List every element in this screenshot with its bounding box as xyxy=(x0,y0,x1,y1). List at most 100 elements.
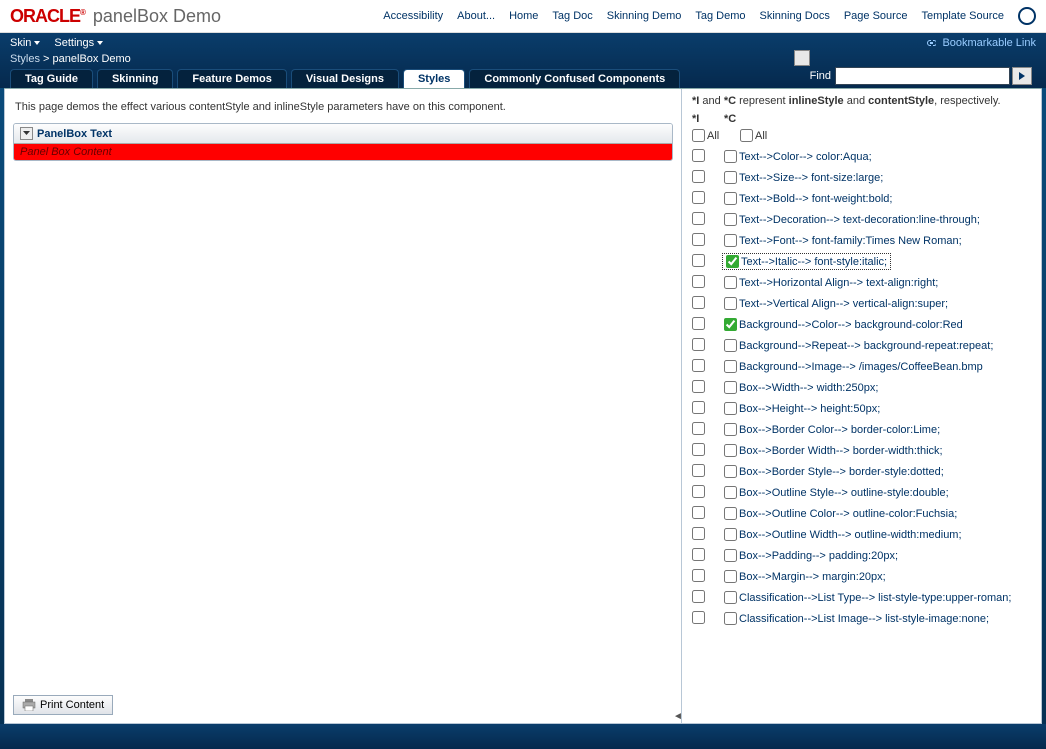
content-checkbox[interactable] xyxy=(724,360,737,373)
style-row: Box-->Width--> width:250px; xyxy=(692,379,1031,396)
style-label: Box-->Outline Width--> outline-width:med… xyxy=(739,529,962,541)
panel-box: PanelBox Text Panel Box Content xyxy=(13,123,673,161)
inline-checkbox[interactable] xyxy=(692,149,705,162)
print-content-button[interactable]: Print Content xyxy=(13,695,113,715)
inline-checkbox[interactable] xyxy=(692,338,705,351)
content-checkbox[interactable] xyxy=(724,570,737,583)
header-link[interactable]: Skinning Docs xyxy=(760,10,830,22)
content-checkbox[interactable] xyxy=(724,381,737,394)
content-checkbox[interactable] xyxy=(724,486,737,499)
tab-feature-demos[interactable]: Feature Demos xyxy=(177,69,286,88)
find-go-button[interactable] xyxy=(1012,67,1032,85)
inline-checkbox[interactable] xyxy=(692,464,705,477)
content-checkbox[interactable] xyxy=(724,213,737,226)
header-link[interactable]: Page Source xyxy=(844,10,908,22)
panel-box-content: Panel Box Content xyxy=(14,144,672,160)
tab-bar: Tag GuideSkinningFeature Demos Visual Des… xyxy=(0,69,1046,88)
inline-checkbox[interactable] xyxy=(692,590,705,603)
header-link[interactable]: About... xyxy=(457,10,495,22)
style-label: Box-->Width--> width:250px; xyxy=(739,382,878,394)
style-label: Classification-->List Type--> list-style… xyxy=(739,592,1011,604)
inline-checkbox[interactable] xyxy=(692,401,705,414)
legend: *I and *C represent inlineStyle and cont… xyxy=(692,95,1031,107)
content-checkbox[interactable] xyxy=(724,591,737,604)
left-pane: This page demos the effect various conte… xyxy=(4,89,682,724)
content-checkbox[interactable] xyxy=(724,297,737,310)
link-icon xyxy=(924,37,936,49)
content-checkbox[interactable] xyxy=(724,339,737,352)
style-label: Text-->Font--> font-family:Times New Rom… xyxy=(739,235,962,247)
inline-checkbox[interactable] xyxy=(692,191,705,204)
tab-tag-guide[interactable]: Tag Guide xyxy=(10,69,93,88)
tab-commonly-confused-components[interactable]: Commonly Confused Components xyxy=(469,69,680,88)
style-row: Box-->Height--> height:50px; xyxy=(692,400,1031,417)
header-link[interactable]: Accessibility xyxy=(383,10,443,22)
header-link[interactable]: Tag Demo xyxy=(695,10,745,22)
content-checkbox[interactable] xyxy=(724,528,737,541)
find-input[interactable] xyxy=(835,67,1010,85)
inline-checkbox[interactable] xyxy=(692,317,705,330)
inline-checkbox[interactable] xyxy=(692,422,705,435)
content-checkbox[interactable] xyxy=(724,612,737,625)
content-checkbox[interactable] xyxy=(724,549,737,562)
content-checkbox[interactable] xyxy=(724,444,737,457)
all-content-checkbox[interactable] xyxy=(740,129,753,142)
tab-styles[interactable]: Styles xyxy=(403,69,465,88)
crumb-root[interactable]: Styles xyxy=(10,53,40,65)
content-checkbox[interactable] xyxy=(726,255,739,268)
inline-checkbox[interactable] xyxy=(692,212,705,225)
crumb-current: panelBox Demo xyxy=(53,53,131,65)
content-checkbox[interactable] xyxy=(724,507,737,520)
inline-checkbox[interactable] xyxy=(692,485,705,498)
content-checkbox[interactable] xyxy=(724,234,737,247)
content-checkbox[interactable] xyxy=(724,423,737,436)
content-checkbox[interactable] xyxy=(724,150,737,163)
inline-checkbox[interactable] xyxy=(692,254,705,267)
inline-checkbox[interactable] xyxy=(692,611,705,624)
inline-checkbox[interactable] xyxy=(692,506,705,519)
inline-checkbox[interactable] xyxy=(692,569,705,582)
style-row: Box-->Border Width--> border-width:thick… xyxy=(692,442,1031,459)
bookmark-icon[interactable] xyxy=(794,50,810,66)
header-link[interactable]: Home xyxy=(509,10,538,22)
content-checkbox[interactable] xyxy=(724,318,737,331)
content-checkbox[interactable] xyxy=(724,402,737,415)
style-label: Background-->Color--> background-color:R… xyxy=(739,319,963,331)
header-link[interactable]: Template Source xyxy=(921,10,1004,22)
inline-checkbox[interactable] xyxy=(692,443,705,456)
header-link[interactable]: Skinning Demo xyxy=(607,10,682,22)
style-label: Box-->Margin--> margin:20px; xyxy=(739,571,886,583)
header-link[interactable]: Tag Doc xyxy=(552,10,592,22)
col-content: *C xyxy=(724,113,736,125)
all-inline-checkbox[interactable] xyxy=(692,129,705,142)
inline-checkbox[interactable] xyxy=(692,359,705,372)
bookmarkable-link[interactable]: Bookmarkable Link xyxy=(924,37,1036,49)
chevron-down-icon xyxy=(23,131,30,136)
content-checkbox[interactable] xyxy=(724,276,737,289)
disclose-toggle[interactable] xyxy=(20,127,33,140)
inline-checkbox[interactable] xyxy=(692,233,705,246)
style-label: Background-->Image--> /images/CoffeeBean… xyxy=(739,361,983,373)
all-row: All All xyxy=(692,129,1031,142)
footer xyxy=(0,724,1046,749)
inline-checkbox[interactable] xyxy=(692,275,705,288)
inline-checkbox[interactable] xyxy=(692,296,705,309)
content-checkbox[interactable] xyxy=(724,465,737,478)
inline-checkbox[interactable] xyxy=(692,380,705,393)
inline-checkbox[interactable] xyxy=(692,527,705,540)
content-checkbox[interactable] xyxy=(724,171,737,184)
inline-checkbox[interactable] xyxy=(692,548,705,561)
caret-down-icon xyxy=(97,41,103,45)
style-row: Box-->Border Color--> border-color:Lime; xyxy=(692,421,1031,438)
skin-dropdown[interactable]: Skin xyxy=(10,37,40,49)
settings-dropdown[interactable]: Settings xyxy=(54,37,103,49)
style-label: Text-->Bold--> font-weight:bold; xyxy=(739,193,892,205)
tab-visual-designs[interactable]: Visual Designs xyxy=(291,69,399,88)
oracle-o-icon[interactable] xyxy=(1018,7,1036,25)
content-checkbox[interactable] xyxy=(724,192,737,205)
style-row: Text-->Italic--> font-style:italic; xyxy=(692,253,1031,270)
splitter-handle[interactable]: ◄ xyxy=(673,711,683,723)
arrow-right-icon xyxy=(1019,72,1025,80)
inline-checkbox[interactable] xyxy=(692,170,705,183)
tab-skinning[interactable]: Skinning xyxy=(97,69,173,88)
